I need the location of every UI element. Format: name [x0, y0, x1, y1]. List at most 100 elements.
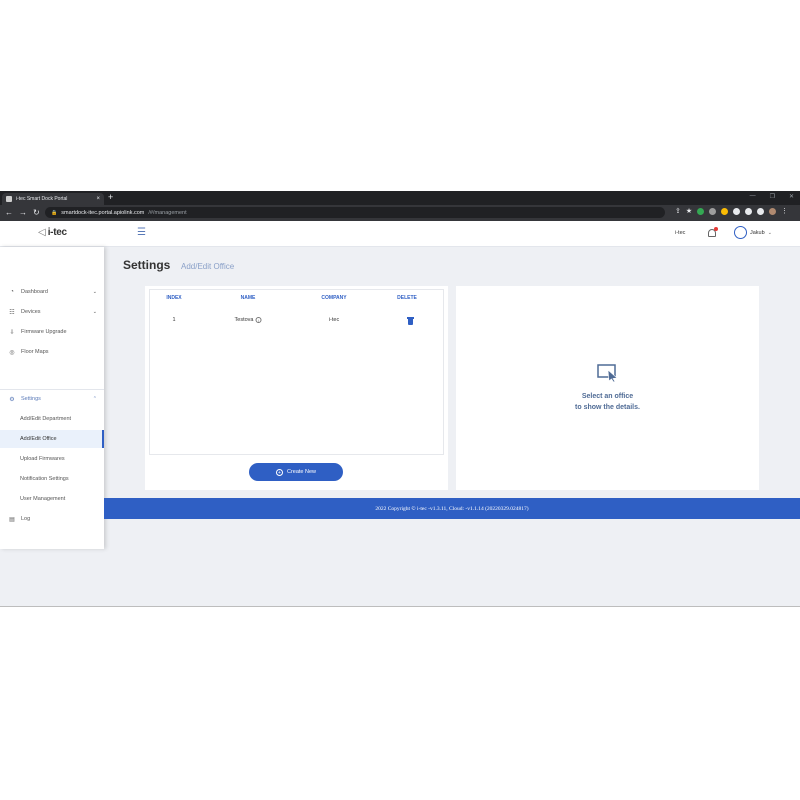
- sidebar-subitem-label: Add/Edit Department: [20, 416, 72, 422]
- new-tab-button[interactable]: +: [108, 192, 113, 202]
- chevron-up-icon: ⌃: [92, 396, 97, 402]
- create-new-label: Create New: [286, 469, 317, 475]
- office-list-card: INDEX NAME COMPANY DELETE 1 Testova i i-…: [145, 286, 448, 490]
- bookmark-star-icon[interactable]: ★: [686, 208, 692, 215]
- sidebar-subitem-label: Notification Settings: [20, 476, 69, 482]
- user-name: Jakub: [750, 229, 765, 236]
- profile-avatar[interactable]: [769, 208, 777, 215]
- trash-body: [408, 319, 413, 325]
- chevron-down-icon: ⌄: [92, 309, 97, 315]
- browser-menu-icon[interactable]: ⋮: [781, 208, 788, 215]
- office-name: Testova: [234, 317, 254, 323]
- sidebar-item-label: Settings: [21, 396, 41, 402]
- copyright-text: 2022 Copyright © i-tec -v1.3.11, Cloud: …: [375, 505, 529, 512]
- reload-icon[interactable]: ↻: [33, 208, 40, 217]
- sidebar-item-label: Devices: [21, 309, 41, 315]
- sidebar-item-label: Floor Maps: [21, 349, 49, 355]
- logo-mark-icon: ◁: [38, 227, 46, 238]
- minimize-icon[interactable]: —: [750, 193, 756, 200]
- cell-name[interactable]: Testova i: [235, 317, 262, 323]
- browser-toolbar: ← → ↻ 🔒 smartdock-itec.portal.apiolink.c…: [0, 205, 800, 221]
- puzzle-icon[interactable]: [745, 208, 753, 215]
- delete-trash-icon[interactable]: [407, 317, 414, 325]
- page-title: Settings: [123, 258, 171, 272]
- gear-icon: ⚙: [9, 396, 15, 403]
- sidebar-item-label: Firmware Upgrade: [21, 329, 67, 335]
- logo[interactable]: ◁ i-tec: [38, 227, 67, 238]
- column-header-name[interactable]: NAME: [241, 295, 256, 301]
- extension-icon[interactable]: [697, 208, 705, 215]
- devices-icon: ☷: [9, 309, 15, 316]
- forward-icon[interactable]: →: [19, 208, 27, 217]
- user-menu[interactable]: Jakub ⌄: [734, 226, 772, 239]
- sidebar-item-devices[interactable]: ☷ Devices ⌄: [0, 303, 104, 321]
- restore-icon[interactable]: ❐: [770, 193, 775, 200]
- address-bar[interactable]: 🔒 smartdock-itec.portal.apiolink.com/#/m…: [45, 207, 665, 218]
- browser-tab[interactable]: i-tec Smart Dock Portal ×: [2, 193, 104, 205]
- tab-close-icon[interactable]: ×: [96, 196, 100, 202]
- empty-details-line1: Select an office: [581, 393, 634, 400]
- sidepanel-icon[interactable]: [757, 208, 765, 215]
- menu-collapse-icon[interactable]: ☰: [137, 227, 146, 238]
- sidebar-subitem-label: Upload Firmwares: [20, 456, 65, 462]
- chevron-down-icon: ⌄: [92, 289, 97, 295]
- chevron-down-icon: ⌄: [767, 229, 772, 236]
- extensions-area: ⇪ ★ ⋮: [675, 208, 788, 215]
- sidebar-item-dashboard[interactable]: ◔ Dashboard ⌄: [0, 283, 104, 301]
- extension-icon[interactable]: [709, 208, 717, 215]
- upload-icon: ⇩: [9, 329, 15, 336]
- log-icon: ▤: [9, 516, 15, 523]
- office-details-card: Select an office to show the details.: [456, 286, 759, 490]
- info-icon[interactable]: i: [255, 317, 262, 323]
- favicon-icon: [6, 196, 12, 202]
- tab-title: i-tec Smart Dock Portal: [16, 196, 68, 202]
- sidebar-item-label: Log: [21, 516, 31, 522]
- sidebar-subitem-user-management[interactable]: User Management: [0, 490, 104, 508]
- page-subtitle: Add/Edit Office: [181, 262, 235, 271]
- sidebar-item-label: Dashboard: [21, 289, 48, 295]
- sidebar-subitem-add-edit-department[interactable]: Add/Edit Department: [0, 410, 104, 428]
- notification-bell-icon[interactable]: [707, 227, 718, 238]
- sidebar: ◔ Dashboard ⌄ ☷ Devices ⌄ ⇩ Firmware Upg…: [0, 247, 104, 549]
- cell-index[interactable]: 1: [172, 317, 175, 323]
- notification-dot: [714, 227, 718, 231]
- column-header-delete: DELETE: [397, 295, 417, 301]
- browser-tab-bar: i-tec Smart Dock Portal × + — ❐ ✕: [0, 191, 800, 205]
- select-cursor-icon: [597, 364, 618, 382]
- app: ◁ i-tec ☰ i-tec Jakub ⌄ ◔ Dashboard ⌄ ☷ …: [0, 221, 800, 606]
- url-host: smartdock-itec.portal.apiolink.com: [61, 209, 145, 216]
- sidebar-item-settings[interactable]: ⚙ Settings ⌃: [0, 390, 104, 408]
- empty-details-line2: to show the details.: [575, 404, 640, 411]
- sidebar-item-floor-maps[interactable]: ◎ Floor Maps: [0, 343, 104, 361]
- sidebar-subitem-notification-settings[interactable]: Notification Settings: [0, 470, 104, 488]
- empty-details-message: Select an office to show the details.: [456, 391, 759, 413]
- back-icon[interactable]: ←: [5, 208, 13, 217]
- logo-text: i-tec: [47, 227, 67, 238]
- organization-name: i-tec: [675, 230, 686, 236]
- column-header-index[interactable]: INDEX: [166, 295, 181, 301]
- avatar: [734, 226, 747, 239]
- browser-window: i-tec Smart Dock Portal × + — ❐ ✕ ← → ↻ …: [0, 191, 800, 607]
- share-icon[interactable]: ⇪: [675, 208, 681, 215]
- column-header-company[interactable]: COMPANY: [321, 295, 346, 301]
- close-window-icon[interactable]: ✕: [789, 193, 794, 200]
- window-controls: — ❐ ✕: [750, 193, 794, 200]
- sidebar-subitem-label: Add/Edit Office: [20, 436, 57, 442]
- sidebar-item-log[interactable]: ▤ Log: [0, 510, 104, 528]
- create-new-button[interactable]: + Create New: [249, 463, 343, 481]
- cell-company[interactable]: i-tec: [329, 317, 339, 323]
- extension-icon[interactable]: [721, 208, 729, 215]
- office-table: INDEX NAME COMPANY DELETE 1 Testova i i-…: [149, 289, 444, 455]
- map-pin-icon: ◎: [9, 349, 15, 356]
- nav-buttons: ← → ↻: [5, 208, 40, 217]
- sidebar-subitem-upload-firmwares[interactable]: Upload Firmwares: [0, 450, 104, 468]
- footer: 2022 Copyright © i-tec -v1.3.11, Cloud: …: [104, 498, 800, 519]
- sidebar-item-firmware-upgrade[interactable]: ⇩ Firmware Upgrade: [0, 323, 104, 341]
- plus-circle-icon: +: [275, 468, 283, 476]
- url-path: /#/management: [148, 209, 187, 216]
- extension-icon[interactable]: [733, 208, 741, 215]
- sidebar-subitem-label: User Management: [20, 496, 66, 502]
- sidebar-subitem-add-edit-office[interactable]: Add/Edit Office: [0, 430, 104, 448]
- lock-icon: 🔒: [51, 209, 58, 216]
- top-bar: ◁ i-tec ☰ i-tec Jakub ⌄: [0, 221, 800, 247]
